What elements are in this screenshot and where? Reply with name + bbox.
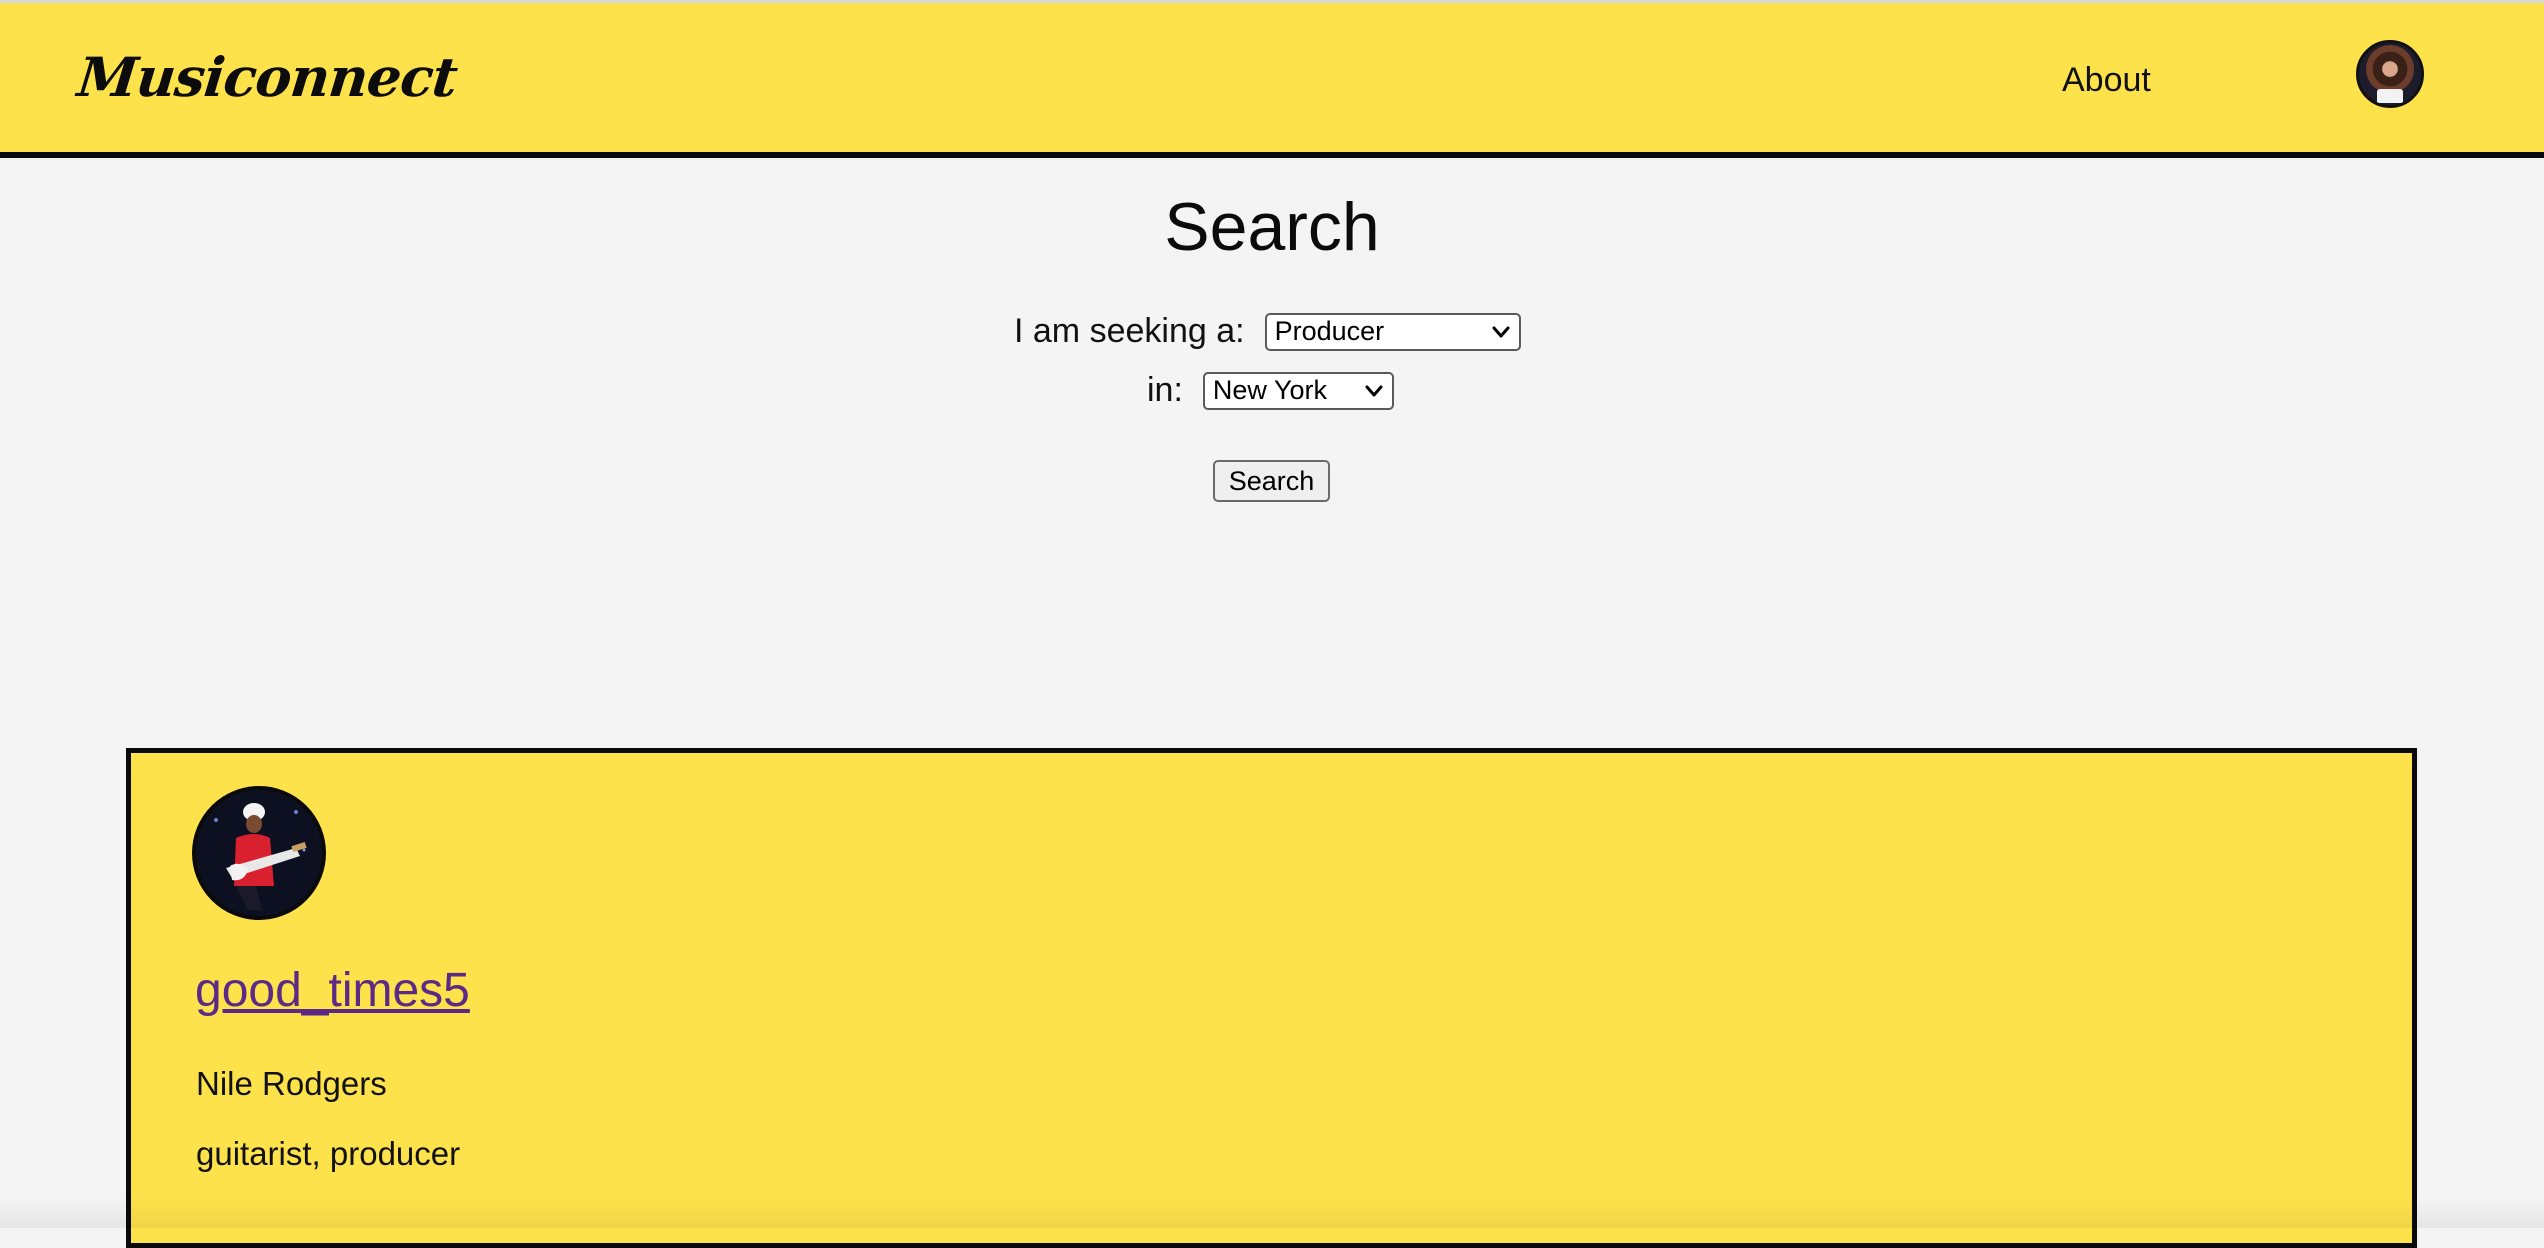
chevron-down-icon: [1492, 326, 1510, 337]
seeking-select-value: Producer: [1274, 316, 1385, 346]
avatar-collar-shape: [2377, 89, 2403, 103]
navbar: Musiconnect About: [0, 3, 2544, 158]
site-logo[interactable]: Musiconnect: [75, 45, 460, 109]
location-select[interactable]: New York: [1202, 371, 1394, 410]
location-row: in: New York: [1147, 371, 1394, 410]
seeking-row: I am seeking a: Producer: [1014, 312, 1521, 351]
result-roles: guitarist, producer: [196, 1135, 461, 1172]
musician-photo-icon: [196, 790, 322, 916]
result-card: good_times5 Nile Rodgers guitarist, prod…: [126, 748, 2417, 1248]
seeking-select[interactable]: Producer: [1264, 312, 1521, 351]
page-title: Search: [1164, 189, 1380, 265]
result-avatar[interactable]: [192, 786, 326, 920]
chevron-down-icon: [1365, 385, 1383, 396]
result-full-name: Nile Rodgers: [196, 1065, 387, 1102]
result-username-link[interactable]: good_times5: [195, 963, 470, 1018]
location-select-value: New York: [1212, 375, 1327, 405]
nav-about-link[interactable]: About: [2062, 61, 2151, 100]
search-button[interactable]: Search: [1213, 460, 1330, 502]
seeking-label: I am seeking a:: [1014, 312, 1245, 350]
user-avatar-icon[interactable]: [2356, 40, 2424, 108]
location-label: in:: [1147, 371, 1183, 409]
